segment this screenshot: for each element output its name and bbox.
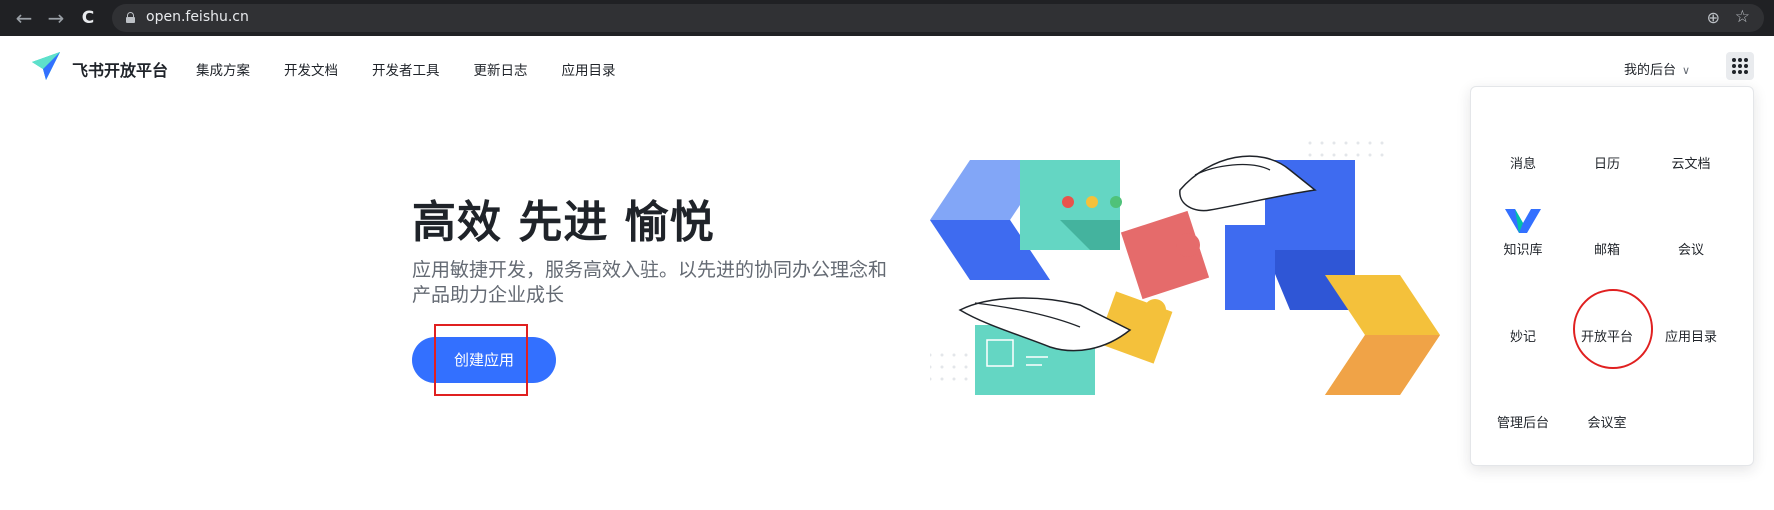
zoom-icon[interactable]: ⊕ [1707, 8, 1720, 27]
address-bar[interactable]: open.feishu.cn ⊕ ☆ [112, 4, 1764, 32]
hero-illustration [930, 141, 1440, 395]
url-text[interactable]: open.feishu.cn [146, 9, 249, 25]
nav-item-docs[interactable]: 开发文档 [284, 59, 338, 79]
app-item-admin[interactable]: 管理后台 [1481, 412, 1565, 431]
nav-item-dev-tools[interactable]: 开发者工具 [372, 59, 440, 79]
apps-grid-button[interactable] [1726, 52, 1754, 80]
feishu-logo-icon[interactable] [30, 50, 62, 82]
lock-icon [126, 12, 135, 23]
reload-icon[interactable]: C [76, 6, 100, 30]
app-label: 日历 [1593, 157, 1620, 172]
annotation-highlight-circle [1573, 289, 1653, 369]
my-console-label: 我的后台 [1624, 63, 1677, 78]
brand-title[interactable]: 飞书开放平台 [72, 57, 168, 81]
top-navigation: 集成方案 开发文档 开发者工具 更新日志 应用目录 [196, 59, 616, 79]
hero-title: 高效 先进 愉悦 [412, 197, 715, 248]
app-label: 会议室 [1587, 416, 1627, 431]
my-console-menu[interactable]: 我的后台 ∨ [1624, 59, 1690, 78]
app-label: 妙记 [1509, 330, 1536, 345]
app-label: 云文档 [1671, 157, 1711, 172]
app-item-minutes[interactable]: 妙记 [1481, 326, 1565, 345]
app-item-docs[interactable]: 云文档 [1649, 153, 1733, 172]
chevron-down-icon: ∨ [1682, 64, 1691, 77]
browser-toolbar: ← → C open.feishu.cn ⊕ ☆ [0, 0, 1774, 36]
nav-item-app-directory[interactable]: 应用目录 [562, 59, 616, 79]
back-icon[interactable]: ← [12, 6, 36, 30]
app-item-messages[interactable]: 消息 [1481, 153, 1565, 172]
app-item-wiki[interactable]: 知识库 [1481, 209, 1565, 258]
app-label: 会议 [1677, 243, 1704, 258]
nav-item-changelog[interactable]: 更新日志 [474, 59, 528, 79]
app-label: 管理后台 [1496, 416, 1549, 431]
wiki-logo-icon [1505, 209, 1541, 233]
app-item-meeting-rooms[interactable]: 会议室 [1565, 412, 1649, 431]
app-item-calendar[interactable]: 日历 [1565, 153, 1649, 172]
nav-item-solutions[interactable]: 集成方案 [196, 59, 250, 79]
bookmark-star-icon[interactable]: ☆ [1735, 7, 1750, 27]
apps-dropdown-panel: 消息 日历 云文档 知识库 邮箱 会议 妙记 开放平台 应用目录 管理后台 会议… [1470, 86, 1754, 466]
app-item-mail[interactable]: 邮箱 [1565, 239, 1649, 258]
app-label: 消息 [1509, 157, 1536, 172]
forward-icon[interactable]: → [44, 6, 68, 30]
annotation-highlight-box [434, 324, 528, 396]
app-label: 应用目录 [1664, 330, 1717, 345]
app-item-meetings[interactable]: 会议 [1649, 239, 1733, 258]
hero-subtitle: 应用敏捷开发，服务高效入驻。以先进的协同办公理念和产品助力企业成长 [412, 259, 888, 306]
app-label: 知识库 [1503, 243, 1543, 258]
app-label: 邮箱 [1593, 243, 1620, 258]
app-item-app-directory[interactable]: 应用目录 [1649, 326, 1733, 345]
